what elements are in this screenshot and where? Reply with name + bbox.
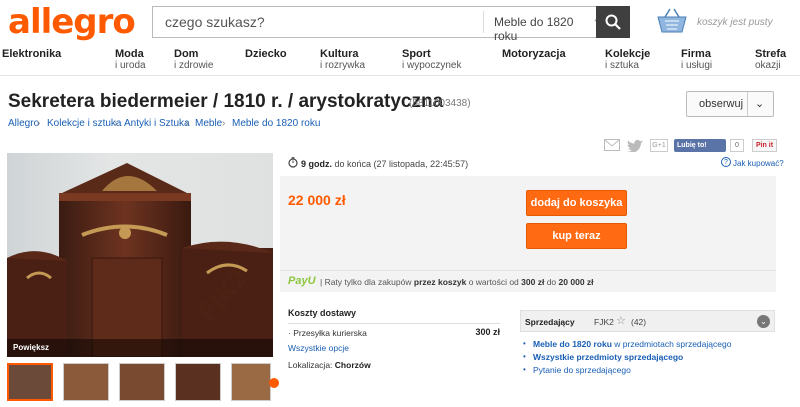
ask-seller-link[interactable]: Pytanie do sprzedającego	[533, 365, 631, 375]
delivery-heading: Koszty dostawy	[288, 308, 357, 318]
installments-text-c: o wartości od	[468, 277, 519, 287]
category-select[interactable]: Meble do 1820 roku ⌄	[483, 11, 601, 43]
delivery-type: · Przesyłka kurierska	[288, 328, 367, 338]
nav-item-business[interactable]: Firma i usługi	[681, 48, 712, 72]
search-button[interactable]	[596, 6, 630, 38]
cart-status[interactable]: koszyk jest pusty	[697, 17, 773, 28]
installments-min: 300 zł	[521, 277, 545, 287]
location: Lokalizacja: Chorzów	[288, 360, 371, 370]
thumbnail[interactable]	[231, 363, 271, 401]
price: 22 000 zł	[288, 192, 346, 208]
zoom-button[interactable]: Powiększ	[13, 343, 49, 352]
item-title: Sekretera biedermeier / 1810 r. / arysto…	[8, 91, 444, 112]
thumbnail[interactable]	[119, 363, 165, 401]
google-plus-button[interactable]: G+1	[650, 139, 668, 152]
search-bar: Meble do 1820 roku ⌄	[152, 6, 630, 43]
search-input[interactable]	[153, 7, 473, 37]
search-icon	[605, 14, 621, 30]
installments-text: | Raty tylko dla zakupów przez koszyk o …	[320, 277, 594, 287]
thumbnail[interactable]	[63, 363, 109, 401]
seller-category-name: Meble do 1820 roku	[533, 339, 612, 349]
how-to-buy-link[interactable]: Jak kupować?	[733, 159, 784, 168]
add-to-cart-button[interactable]: dodaj do koszyka	[526, 190, 627, 216]
breadcrumb-item[interactable]: Meble do 1820 roku	[232, 118, 320, 129]
location-label: Lokalizacja:	[288, 360, 333, 370]
payu-logo: PayU	[288, 275, 316, 287]
nav-item-sport[interactable]: Sport i wypoczynek	[402, 48, 461, 72]
installments-text-a: | Raty tylko dla zakupów	[320, 277, 412, 287]
observe-divider	[747, 92, 748, 116]
breadcrumb-item[interactable]: Antyki i Sztuka	[124, 118, 190, 129]
breadcrumb-item[interactable]: Allegro	[8, 118, 39, 129]
basket-icon[interactable]	[656, 8, 688, 34]
nav-item-culture[interactable]: Kultura i rozrywka	[320, 48, 365, 72]
star-icon: ☆	[616, 315, 626, 327]
price-box: 22 000 zł dodaj do koszyka kup teraz	[280, 176, 776, 270]
seller-name[interactable]: FJK2	[594, 317, 614, 327]
breadcrumb-separator: ›	[222, 118, 226, 129]
header: allegro Meble do 1820 roku ⌄ koszyk jest…	[0, 0, 800, 44]
nav-item-deals[interactable]: Strefa okazji	[755, 48, 786, 72]
like-count: 0	[730, 139, 744, 152]
category-select-value: Meble do 1820 roku	[494, 15, 574, 43]
nav-item-child[interactable]: Dziecko	[245, 48, 287, 60]
time-left: 9 godz. do końca (27 listopada, 22:45:57…	[301, 159, 468, 169]
seller-category-items-link[interactable]: Meble do 1820 roku w przedmiotach sprzed…	[533, 339, 731, 349]
seller-box: Sprzedający FJK2 ☆ (42) ⌄	[520, 310, 775, 332]
nav-item-collections[interactable]: Kolekcje i sztuka	[605, 48, 650, 72]
delivery-divider	[288, 323, 500, 324]
twitter-icon[interactable]	[627, 139, 643, 152]
chevron-down-icon[interactable]: ⌄	[757, 315, 770, 328]
all-delivery-options-link[interactable]: Wszystkie opcje	[288, 343, 349, 353]
item-id: (5811003438)	[409, 98, 471, 109]
seller-label: Sprzedający	[525, 317, 575, 327]
breadcrumb-item[interactable]: Kolekcje i sztuka	[47, 118, 121, 129]
location-value: Chorzów	[334, 360, 371, 370]
next-thumbnails-icon[interactable]	[269, 378, 279, 388]
product-image[interactable]: Powiększ FJK2	[7, 153, 273, 357]
breadcrumb-separator: ›	[114, 118, 118, 129]
facebook-like-button[interactable]: Lubię to!	[674, 139, 726, 152]
facebook-like-label: Lubię to!	[677, 142, 707, 149]
breadcrumb-item[interactable]: Meble	[195, 118, 222, 129]
list-bullet: •	[523, 339, 526, 348]
seller-category-rest: w przedmiotach sprzedającego	[614, 339, 732, 349]
installments-text-d: do	[546, 277, 557, 287]
thumbnail[interactable]	[7, 363, 53, 401]
email-icon[interactable]	[604, 139, 620, 151]
observe-label: obserwuj	[699, 98, 744, 110]
nav-item-automotive[interactable]: Motoryzacja	[502, 48, 566, 60]
list-bullet: •	[523, 352, 526, 361]
seller-rating-count[interactable]: (42)	[631, 317, 646, 327]
delivery-price: 300 zł	[475, 327, 500, 337]
observe-button[interactable]: obserwuj ⌄	[686, 91, 774, 117]
allegro-logo[interactable]: allegro	[8, 2, 136, 42]
breadcrumb-separator: ›	[37, 118, 41, 129]
installments-info: PayU | Raty tylko dla zakupów przez kosz…	[280, 270, 776, 292]
nav-item-electronics[interactable]: Elektronika	[2, 48, 61, 60]
thumbnail[interactable]	[175, 363, 221, 401]
pinterest-button[interactable]: Pin it	[752, 139, 777, 152]
chevron-down-icon[interactable]: ⌄	[755, 97, 764, 110]
nav-item-fashion[interactable]: Moda i uroda	[115, 48, 146, 72]
buy-now-button[interactable]: kup teraz	[526, 223, 627, 249]
installments-text-b: przez koszyk	[413, 277, 467, 287]
time-left-hours: 9 godz.	[301, 159, 332, 169]
help-icon: ?	[721, 157, 731, 167]
seller-all-items-link[interactable]: Wszystkie przedmioty sprzedającego	[533, 352, 683, 362]
time-left-detail: do końca (27 listopada, 22:45:57)	[334, 159, 469, 169]
stopwatch-icon	[288, 157, 298, 168]
installments-max: 20 000 zł	[558, 277, 594, 287]
list-bullet: •	[523, 365, 526, 374]
nav-item-home[interactable]: Dom i zdrowie	[174, 48, 213, 72]
breadcrumb-separator: ›	[185, 118, 189, 129]
secretary-desk-illustration	[7, 163, 273, 357]
category-nav: Elektronika Moda i uroda Dom i zdrowie Dzi…	[0, 48, 800, 76]
